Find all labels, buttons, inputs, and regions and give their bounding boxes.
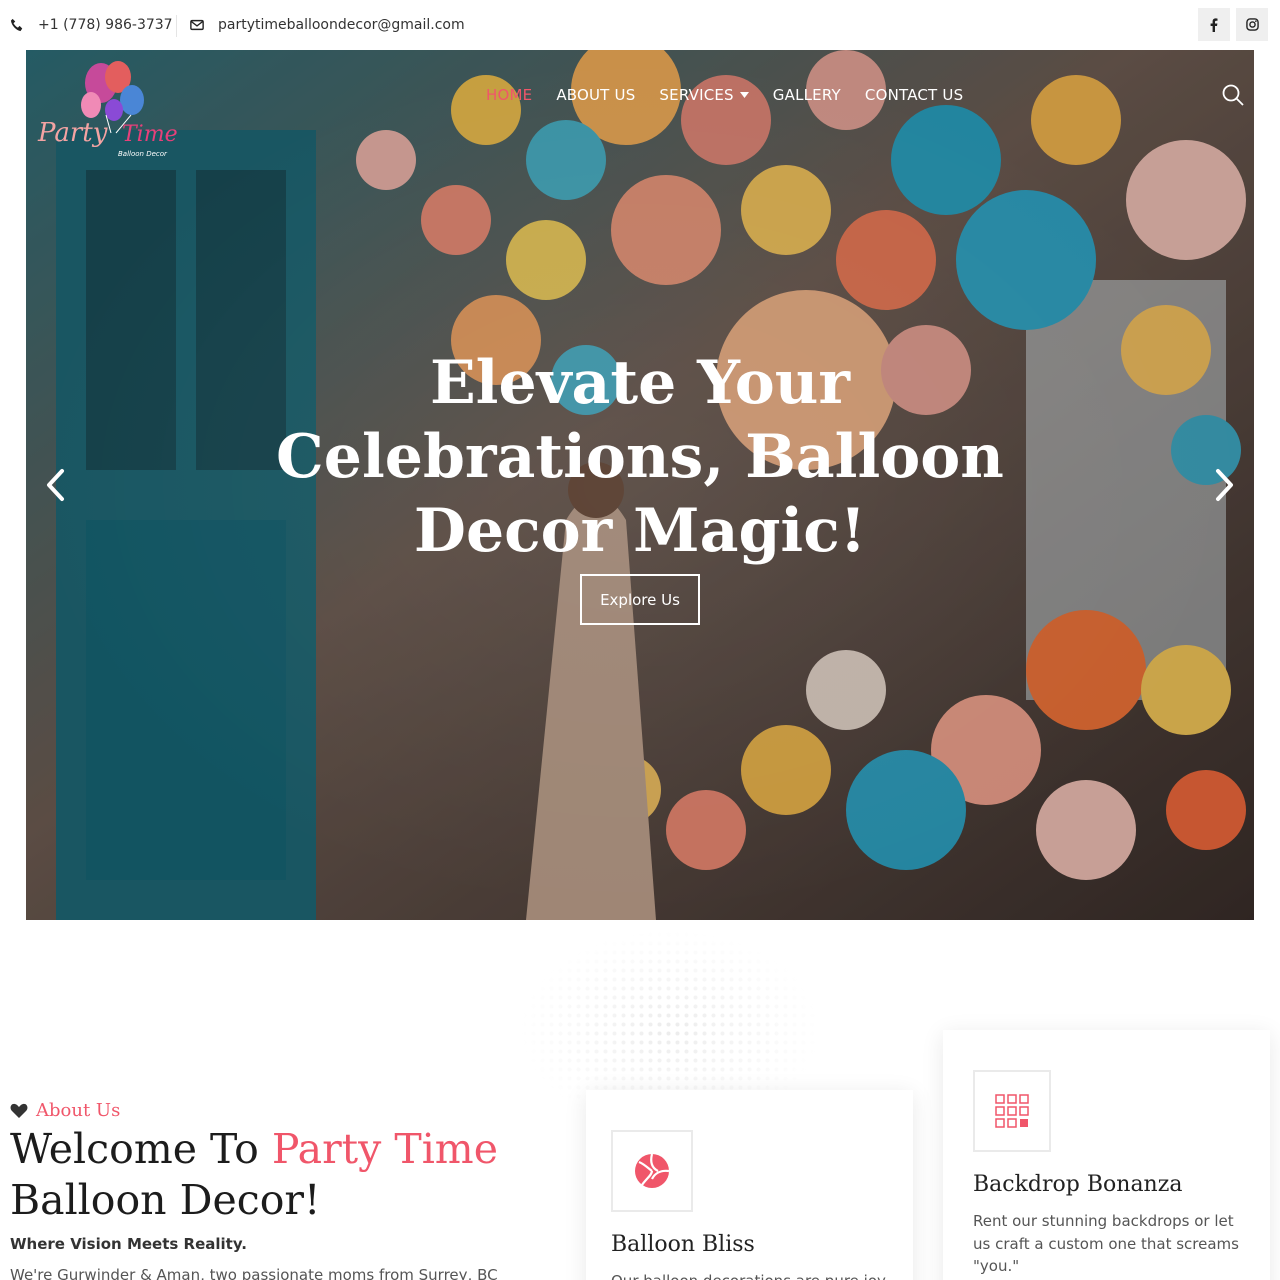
nav-services[interactable]: SERVICES [659,86,749,104]
email-contact[interactable]: partytimeballoondecor@gmail.com [190,0,465,50]
phone-number: +1 (778) 986-3737 [38,17,173,33]
about-subtitle: Where Vision Meets Reality. [10,1235,247,1253]
nav-contact[interactable]: CONTACT US [865,86,963,104]
instagram-button[interactable] [1236,8,1268,41]
nav-contact-label: CONTACT US [864,86,964,104]
envelope-icon [190,19,204,31]
divider [176,15,177,37]
heart-icon [10,1103,28,1118]
service-icon-box [611,1130,693,1212]
volleyball-icon [635,1153,670,1188]
search-icon [1222,84,1244,106]
service-title: Backdrop Bonanza [973,1172,1183,1197]
grid-icon [995,1094,1029,1128]
nav-home[interactable]: HOME [486,86,532,104]
phone-contact[interactable]: +1 (778) 986-3737 [10,0,173,50]
chevron-left-icon [47,469,64,501]
slider-prev-button[interactable] [44,468,68,506]
nav-gallery[interactable]: GALLERY [773,86,841,104]
main-nav: HOME ABOUT US SERVICES GALLERY CONTACT U… [486,86,987,104]
service-title: Balloon Bliss [611,1232,755,1257]
search-button[interactable] [1222,84,1244,110]
facebook-icon [1210,17,1218,32]
logo-text-time: Time [122,122,178,147]
about-title-part2: Balloon Decor! [10,1176,321,1224]
nav-about-label: ABOUT US [556,86,636,104]
hero-title-line-1: Elevate Your [429,348,851,418]
slider-next-button[interactable] [1212,468,1236,506]
email-address: partytimeballoondecor@gmail.com [218,17,465,33]
service-icon-box [973,1070,1051,1152]
hero-title-line-2: Celebrations, Balloon [276,422,1004,492]
hero-title: Elevate Your Celebrations, Balloon Decor… [266,346,1014,568]
about-title-part1: Welcome To [10,1125,272,1173]
about-title: Welcome To Party Time Balloon Decor! [10,1124,530,1226]
nav-gallery-label: GALLERY [772,86,841,104]
about-eyebrow-label: About Us [36,1100,121,1121]
caret-down-icon [739,92,749,98]
about-eyebrow: About Us [10,1100,120,1121]
chevron-right-icon [1216,469,1233,501]
about-title-accent: Party Time [271,1125,498,1173]
hero-title-line-3: Decor Magic! [413,496,867,566]
phone-icon [10,18,23,32]
nav-home-label: HOME [486,86,533,104]
nav-about[interactable]: ABOUT US [556,86,635,104]
about-text: We're Gurwinder & Aman, two passionate m… [10,1266,498,1280]
explore-us-button[interactable]: Explore Us [580,574,700,625]
logo-tagline: Balloon Decor [118,150,167,158]
service-text: Rent our stunning backdrops or let us cr… [973,1212,1239,1275]
hero-slider: Party Time Balloon Decor HOME ABOUT US S… [26,50,1254,920]
service-text: Our balloon decorations are pure joy [611,1270,891,1280]
service-card-balloon-bliss[interactable]: Balloon Bliss Our balloon decorations ar… [586,1090,913,1280]
logo-text-party: Party [38,118,108,148]
service-card-backdrop-bonanza[interactable]: Backdrop Bonanza Rent our stunning backd… [943,1030,1270,1280]
nav-services-label: SERVICES [659,86,734,104]
facebook-button[interactable] [1198,8,1230,41]
top-bar: +1 (778) 986-3737 partytimeballoondecor@… [0,0,1280,50]
instagram-icon [1245,18,1259,31]
